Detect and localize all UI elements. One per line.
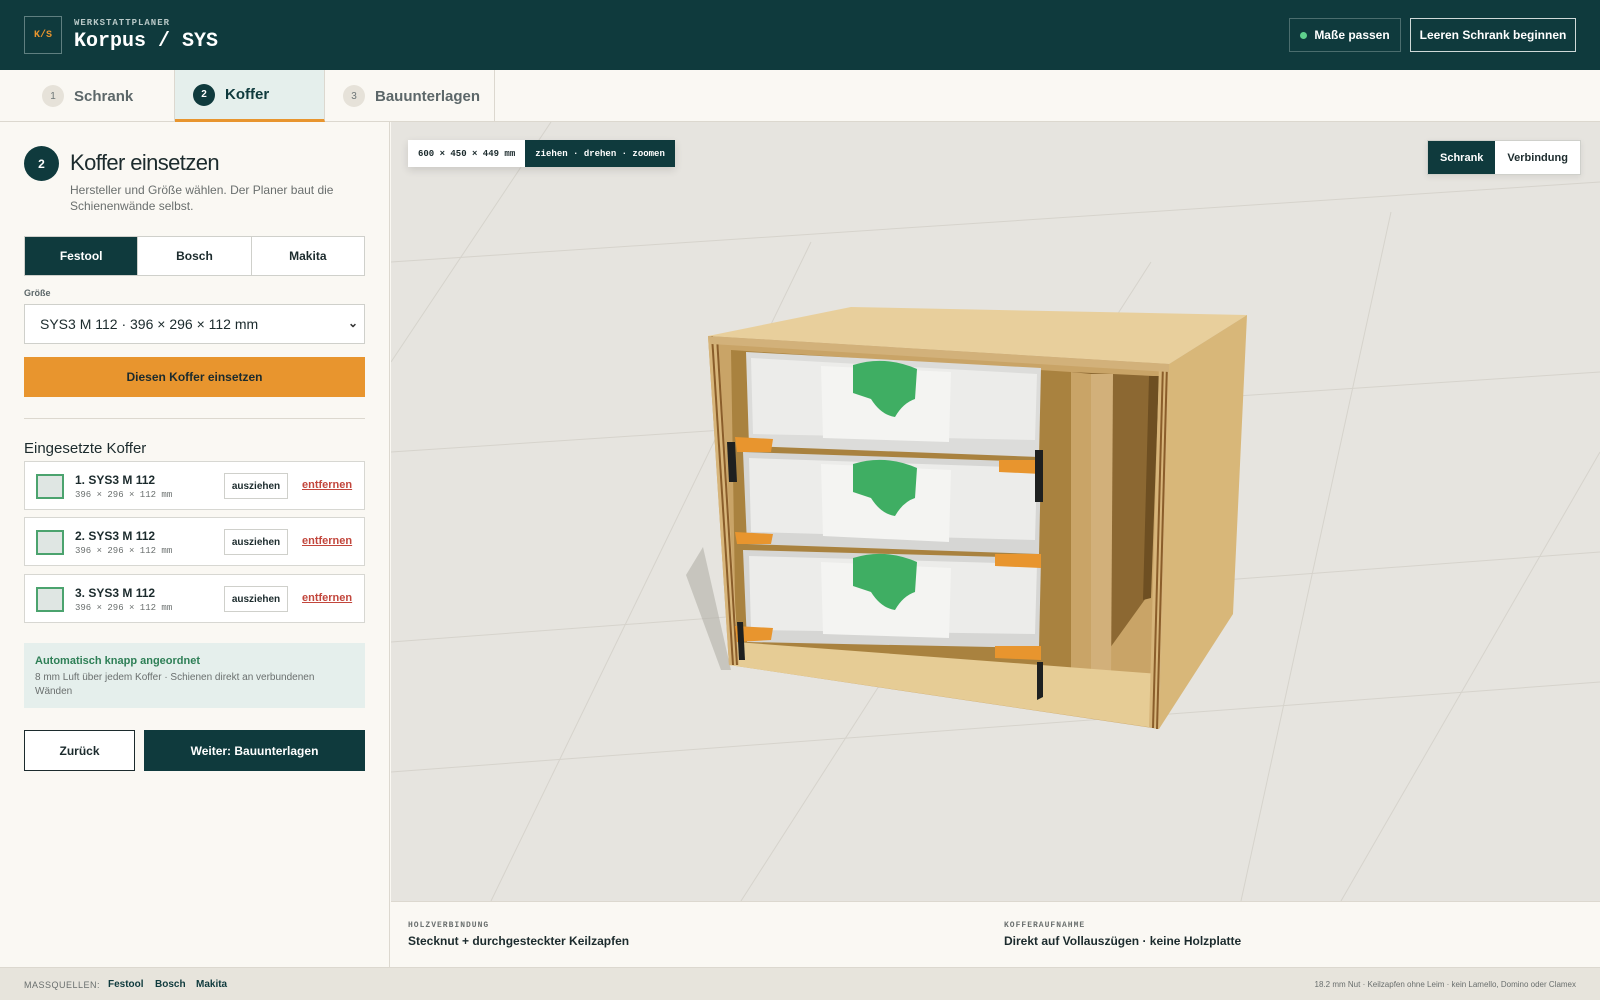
tab-koffer[interactable]: 2 Koffer <box>175 70 325 122</box>
joint-label: HOLZVERBINDUNG <box>408 921 490 930</box>
inserted-cases-title: Eingesetzte Koffer <box>24 440 147 457</box>
cabinet-3d-render <box>391 122 1600 901</box>
status-dot-icon <box>1300 31 1308 39</box>
config-sidebar: 2 Koffer einsetzen Hersteller und Größe … <box>0 122 390 967</box>
case-mount-label: KOFFERAUFNAHME <box>1004 921 1086 930</box>
pull-out-button[interactable]: ausziehen <box>224 529 288 555</box>
size-select[interactable]: SYS3 M 112 · 396 × 296 × 112 mm ⌄ <box>24 304 365 344</box>
app-logo: K/S <box>24 16 62 54</box>
pull-out-button[interactable]: ausziehen <box>224 586 288 612</box>
navigation-hint: ziehen · drehen · zoomen <box>525 140 675 167</box>
step-number: 2 <box>193 83 215 106</box>
remove-link[interactable]: entfernen <box>302 592 352 604</box>
step-tabs: 1 Schrank 2 Koffer 3 Bauunterlagen <box>0 70 1600 122</box>
view-verbindung-button[interactable]: Verbindung <box>1495 141 1580 174</box>
list-item: 2. SYS3 M 112 396 × 296 × 112 mm auszieh… <box>24 517 365 566</box>
tab-label: Bauunterlagen <box>375 87 481 105</box>
view-schrank-button[interactable]: Schrank <box>1428 141 1496 174</box>
remove-link[interactable]: entfernen <box>302 479 352 491</box>
step-number: 1 <box>42 85 64 107</box>
source-link-bosch[interactable]: Bosch <box>155 979 186 990</box>
divider <box>24 418 365 419</box>
case-name: 1. SYS3 M 112 <box>75 473 156 487</box>
info-title: Automatisch knapp angeordnet <box>35 655 201 667</box>
panel-title: Koffer einsetzen <box>70 150 220 175</box>
brand-tab-bosch[interactable]: Bosch <box>138 237 252 275</box>
app-title: Korpus / SYS <box>74 30 219 53</box>
next-button[interactable]: Weiter: Bauunterlagen <box>144 730 365 771</box>
pull-out-button[interactable]: ausziehen <box>224 473 288 499</box>
size-select-value: SYS3 M 112 · 396 × 296 × 112 mm <box>40 316 259 332</box>
case-dimensions: 396 × 296 × 112 mm <box>75 490 173 500</box>
dimensions-chip: 600 × 450 × 449 mm ziehen · drehen · zoo… <box>408 140 675 167</box>
list-item: 3. SYS3 M 112 396 × 296 × 112 mm auszieh… <box>24 574 365 623</box>
source-link-makita[interactable]: Makita <box>196 979 227 990</box>
fit-status-button[interactable]: Maße passen <box>1289 18 1401 52</box>
arrangement-info: Automatisch knapp angeordnet 8 mm Luft ü… <box>24 643 365 708</box>
app-header: K/S WERKSTATTPLANER Korpus / SYS Maße pa… <box>0 0 1600 70</box>
brand-tab-festool[interactable]: Festool <box>25 237 139 275</box>
case-dimensions: 396 × 296 × 112 mm <box>75 546 173 556</box>
size-label: Größe <box>24 288 51 298</box>
view-toggle: Schrank Verbindung <box>1427 140 1581 175</box>
remove-link[interactable]: entfernen <box>302 535 352 547</box>
sources-label: MASSQUELLEN: <box>24 980 101 990</box>
source-link-festool[interactable]: Festool <box>108 979 144 990</box>
case-swatch-icon <box>36 530 64 555</box>
case-name: 3. SYS3 M 112 <box>75 586 156 600</box>
tab-schrank[interactable]: 1 Schrank <box>24 70 175 122</box>
list-item: 1. SYS3 M 112 396 × 296 × 112 mm auszieh… <box>24 461 365 510</box>
case-swatch-icon <box>36 587 64 612</box>
construction-note: 18.2 mm Nut · Keilzapfen ohne Leim · kei… <box>1314 980 1576 989</box>
cabinet-dimensions: 600 × 450 × 449 mm <box>408 140 526 167</box>
tab-label: Koffer <box>225 86 270 103</box>
chevron-down-icon: ⌄ <box>347 316 358 330</box>
back-button[interactable]: Zurück <box>24 730 135 771</box>
app-kicker: WERKSTATTPLANER <box>74 18 171 28</box>
fit-status-label: Maße passen <box>1314 28 1390 42</box>
case-swatch-icon <box>36 474 64 499</box>
case-name: 2. SYS3 M 112 <box>75 529 156 543</box>
joint-value: Stecknut + durchgesteckter Keilzapfen <box>408 934 630 948</box>
3d-viewport[interactable]: 600 × 450 × 449 mm ziehen · drehen · zoo… <box>391 122 1600 901</box>
footer: MASSQUELLEN: Festool Bosch Makita 18.2 m… <box>0 967 1600 1000</box>
brand-selector: Festool Bosch Makita <box>24 236 365 276</box>
tab-bauunterlagen[interactable]: 3 Bauunterlagen <box>325 70 495 122</box>
panel-description: Hersteller und Größe wählen. Der Planer … <box>70 183 334 213</box>
panel-step-number: 2 <box>24 146 59 181</box>
info-text: 8 mm Luft über jedem Koffer · Schienen d… <box>35 672 315 697</box>
new-cabinet-button[interactable]: Leeren Schrank beginnen <box>1410 18 1576 52</box>
construction-info-strip: HOLZVERBINDUNG Stecknut + durchgesteckte… <box>391 901 1600 967</box>
case-mount-value: Direkt auf Vollauszügen · keine Holzplat… <box>1004 934 1242 948</box>
tab-label: Schrank <box>74 87 134 105</box>
brand-tab-makita[interactable]: Makita <box>251 237 364 275</box>
case-dimensions: 396 × 296 × 112 mm <box>75 603 173 613</box>
step-number: 3 <box>343 85 365 107</box>
insert-case-button[interactable]: Diesen Koffer einsetzen <box>24 357 365 397</box>
